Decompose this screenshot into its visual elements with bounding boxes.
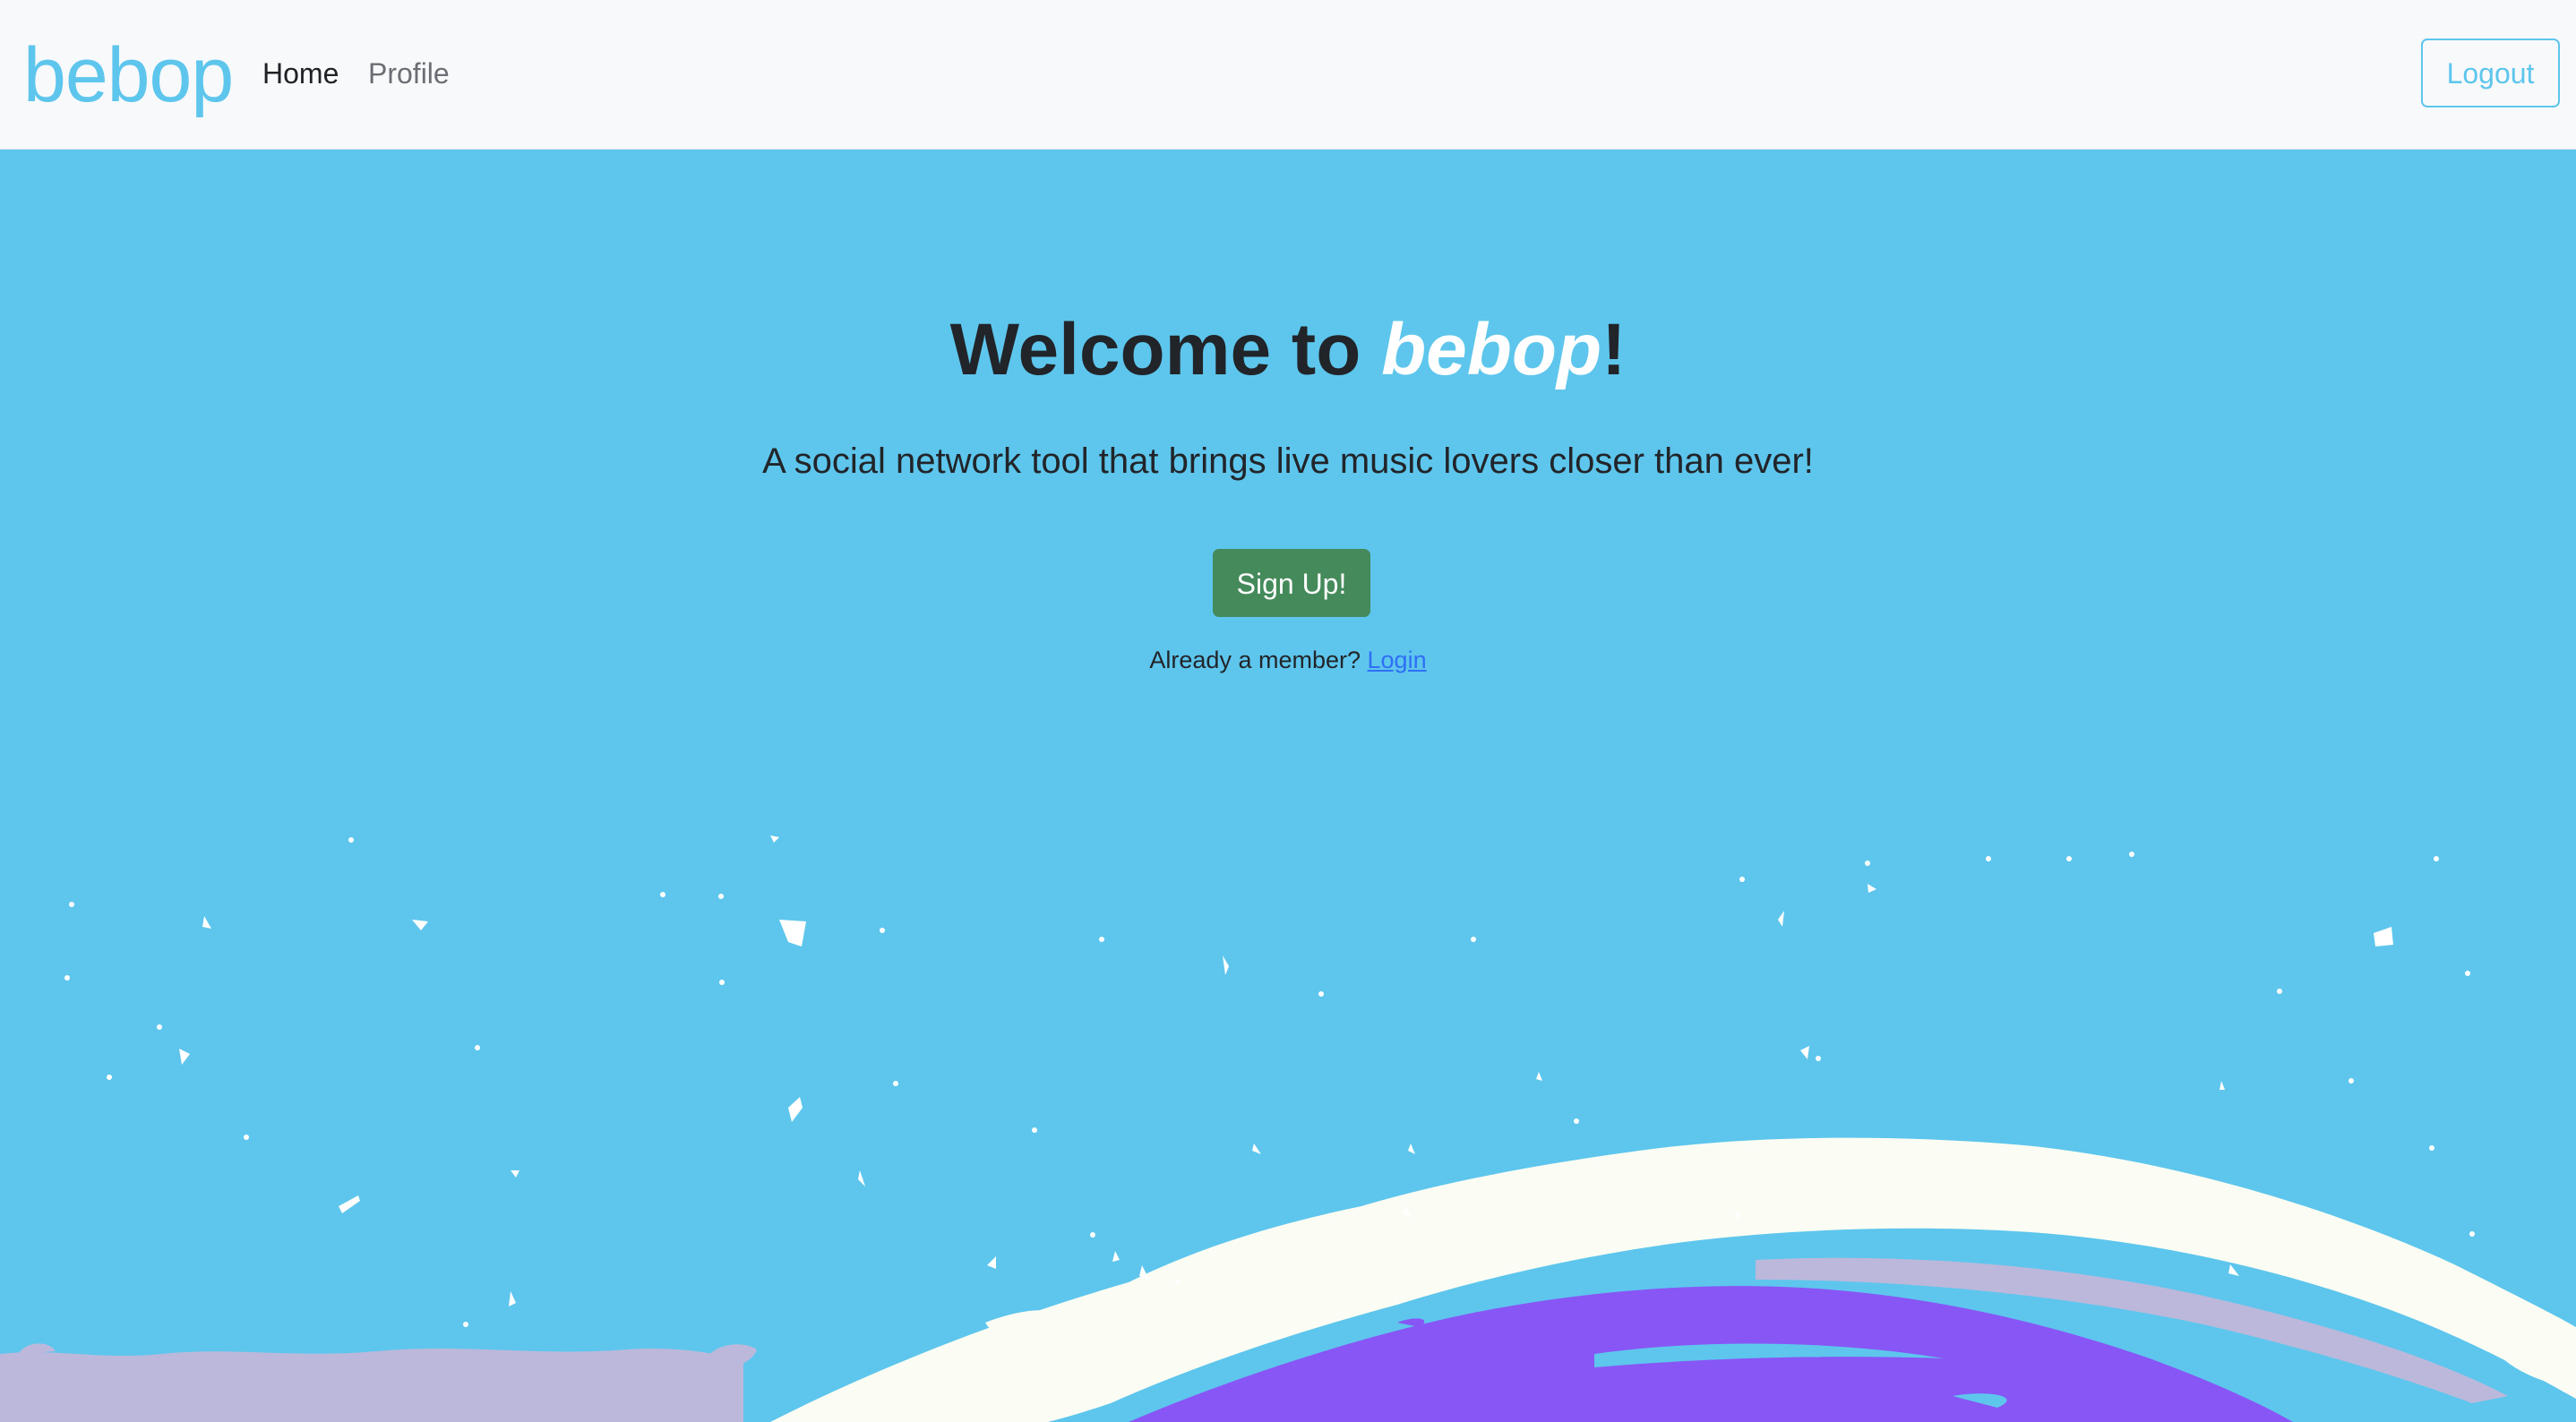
hero-title-prefix: Welcome to (949, 309, 1382, 390)
purple-fleck-2 (1397, 1318, 1425, 1327)
top-navbar: bebop Home Profile Logout (0, 0, 2576, 150)
lavender-blob-1 (706, 1344, 757, 1370)
nav-link-profile[interactable]: Profile (368, 56, 450, 91)
hero-title: Welcome to bebop! (0, 307, 2576, 393)
member-prompt-line: Already a member? Login (0, 645, 2576, 675)
login-link[interactable]: Login (1368, 647, 1427, 673)
lavender-blob-2 (18, 1343, 56, 1354)
hero-lead-text: A social network tool that brings live m… (762, 441, 1814, 481)
hero-title-suffix: ! (1601, 309, 1627, 390)
logout-button[interactable]: Logout (2421, 39, 2560, 107)
member-prompt-text: Already a member? (1149, 647, 1361, 673)
signup-button[interactable]: Sign Up! (1213, 549, 1370, 617)
hero-title-brand: bebop (1381, 309, 1602, 390)
nav-link-home[interactable]: Home (262, 56, 339, 91)
brand-logo[interactable]: bebop (23, 32, 234, 118)
hero-section: Welcome to bebop! A social network tool … (0, 150, 2576, 1422)
lavender-splash-left (0, 1349, 743, 1422)
